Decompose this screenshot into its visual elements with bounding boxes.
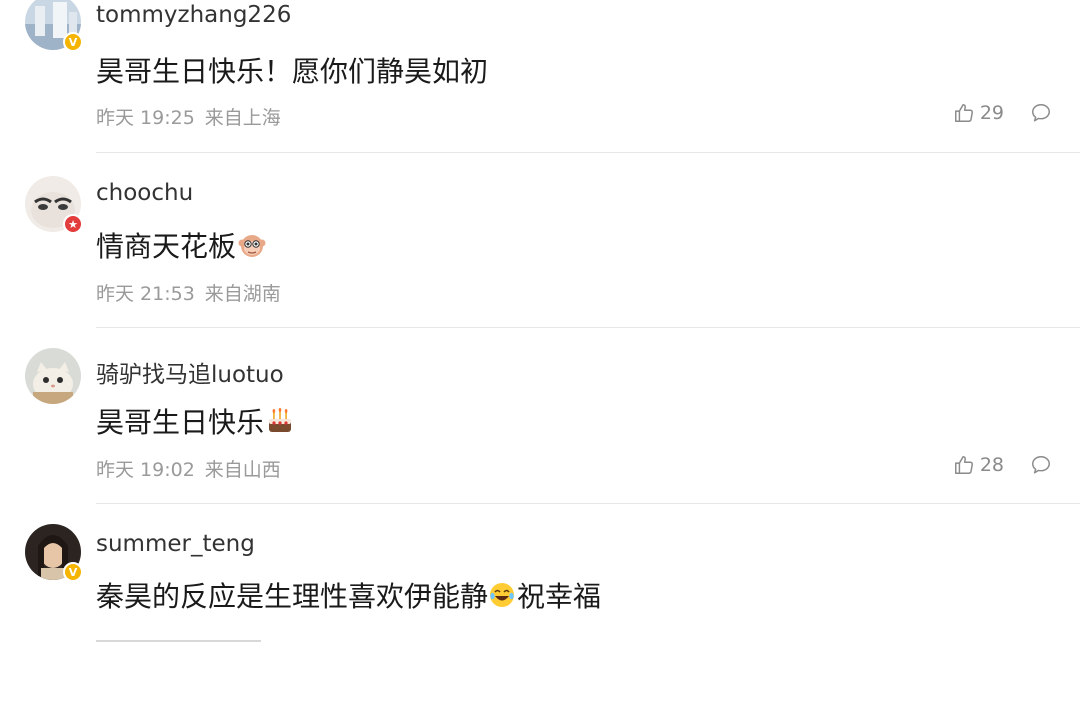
- comment-bubble-icon[interactable]: [1030, 102, 1052, 124]
- comment-location: 来自上海: [204, 107, 281, 129]
- comment-location: 来自山西: [204, 459, 281, 481]
- comment-item: V summer_teng 秦昊的反应是生理性喜欢伊能静 祝幸福: [0, 524, 1080, 702]
- avatar[interactable]: ★: [25, 176, 83, 234]
- like-button[interactable]: 29: [953, 102, 1004, 124]
- comment-text-body: 情商天花板: [96, 230, 237, 263]
- comment-meta: 昨天 19:25 来自上海: [96, 103, 281, 130]
- username[interactable]: tommyzhang226: [96, 2, 291, 28]
- like-button[interactable]: 28: [953, 454, 1004, 476]
- comment-actions: 29: [953, 102, 1052, 124]
- star-badge-icon: ★: [63, 214, 83, 234]
- divider: [96, 503, 1080, 504]
- comment-item: V tommyzhang226 昊哥生日快乐！愿你们静昊如初 昨天 19:25 来…: [0, 0, 1080, 176]
- comment-bubble-icon[interactable]: [1030, 454, 1052, 476]
- thumbs-up-icon: [954, 456, 973, 474]
- comment-item: ★ choochu 情商天花板 昨天 21:53 来自湖南: [0, 176, 1080, 352]
- avatar[interactable]: V: [25, 0, 83, 52]
- comment-text: 昊哥生日快乐: [96, 401, 294, 441]
- comment-meta-partial: [96, 630, 276, 642]
- verified-badge-icon: V: [63, 562, 83, 582]
- comment-item: 骑驴找马追luotuo 昊哥生日快乐 昨天 19:02 来自山西 28: [0, 348, 1080, 527]
- like-count: 28: [979, 454, 1004, 476]
- divider: [96, 327, 1080, 328]
- divider: [96, 152, 1080, 153]
- comment-location: 来自湖南: [204, 283, 281, 305]
- like-count: 29: [979, 102, 1004, 124]
- comment-meta: 昨天 19:02 来自山西: [96, 455, 281, 482]
- comment-time: 昨天 19:02: [96, 459, 195, 481]
- comment-text: 情商天花板: [96, 225, 266, 265]
- comment-text-body-cont: 祝幸福: [517, 580, 602, 613]
- verified-badge-icon: V: [63, 32, 83, 52]
- comment-text-body: 昊哥生日快乐: [96, 406, 265, 439]
- laughing-emoji-icon: [490, 583, 515, 607]
- comment-text-body: 秦昊的反应是生理性喜欢伊能静: [96, 580, 489, 613]
- comment-text: 昊哥生日快乐！愿你们静昊如初: [96, 55, 489, 88]
- comment-text: 秦昊的反应是生理性喜欢伊能静 祝幸福: [96, 575, 601, 615]
- thumbs-up-icon: [954, 104, 973, 122]
- avatar[interactable]: V: [25, 524, 83, 582]
- username[interactable]: summer_teng: [96, 531, 255, 557]
- comment-actions: 28: [953, 454, 1052, 476]
- comment-meta: 昨天 21:53 来自湖南: [96, 279, 281, 306]
- cake-emoji-icon: [269, 408, 292, 432]
- avatar[interactable]: [25, 348, 81, 404]
- monkey-emoji-icon: [238, 235, 266, 257]
- comment-time: 昨天 19:25: [96, 107, 195, 129]
- comment-time: 昨天 21:53: [96, 283, 195, 305]
- username[interactable]: choochu: [96, 180, 193, 206]
- username[interactable]: 骑驴找马追luotuo: [96, 355, 284, 389]
